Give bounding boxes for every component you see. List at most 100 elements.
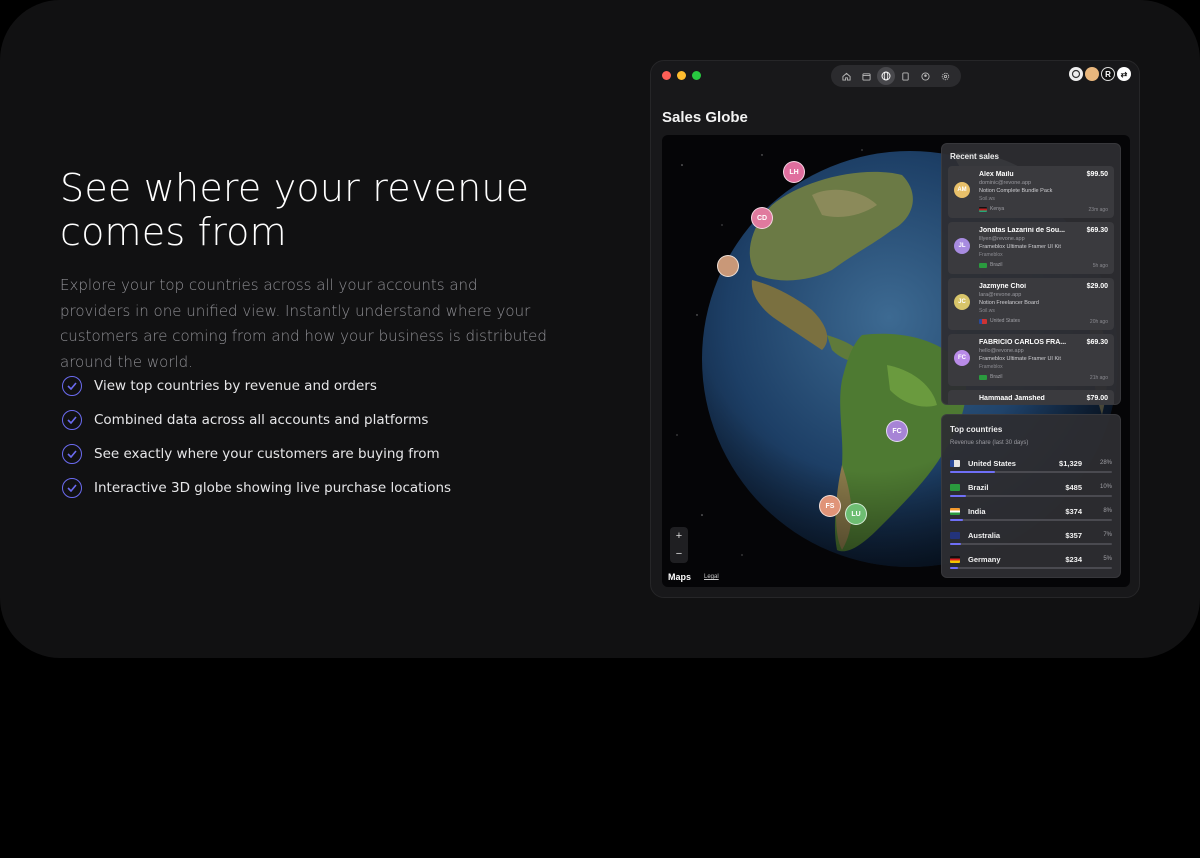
sale-amount: $99.50: [1086, 171, 1108, 178]
sale-item[interactable]: FC FABRICIO CARLOS FRA... $69.30 hello@r…: [948, 334, 1114, 386]
country-revenue: $1,329: [1059, 459, 1082, 468]
feature-item: See exactly where your customers are buy…: [62, 437, 451, 471]
globe-map[interactable]: LH CD FC FS LU + − Maps Legal Recent sal…: [662, 135, 1130, 587]
customer-name: Hammaad Jamshed: [979, 395, 1045, 402]
recent-sales-title: Recent sales: [950, 152, 999, 161]
share-bar-fill: [950, 495, 967, 497]
feature-item: Interactive 3D globe showing live purcha…: [62, 471, 451, 505]
zoom-out-button[interactable]: −: [676, 548, 682, 560]
country-name: India: [968, 507, 986, 516]
share-bar: [950, 519, 1112, 521]
page-title: Sales Globe: [662, 109, 748, 126]
avatar[interactable]: [1069, 67, 1083, 81]
sale-country: United States: [979, 318, 1020, 324]
sale-source: Soil.ws: [979, 196, 995, 202]
top-countries-panel: Top countries Revenue share (last 30 day…: [941, 414, 1121, 578]
india-flag-icon: [950, 508, 960, 515]
country-revenue: $234: [1065, 555, 1082, 564]
germany-flag-icon: [950, 556, 960, 563]
check-circle-icon: [62, 410, 82, 430]
country-row[interactable]: India $374 8%: [950, 505, 1112, 525]
app-window: R ⇄ Sales Globe LH CD FC FS LU + − Maps …: [650, 60, 1140, 598]
country-row[interactable]: United States $1,329 28%: [950, 457, 1112, 477]
sale-country: Kenya: [979, 206, 1004, 212]
customer-name: Jonatas Lazarini de Sou...: [979, 227, 1065, 234]
zoom-controls: + −: [670, 527, 688, 563]
sale-item[interactable]: JL Jonatas Lazarini de Sou... $69.30 lll…: [948, 222, 1114, 274]
settings-icon[interactable]: [936, 67, 954, 85]
feature-text: Interactive 3D globe showing live purcha…: [94, 480, 452, 496]
country-row[interactable]: Brazil $485 10%: [950, 481, 1112, 501]
share-bar-fill: [950, 471, 996, 473]
sale-amount: $79.00: [1086, 395, 1108, 402]
avatar[interactable]: ⇄: [1117, 67, 1131, 81]
sale-item[interactable]: HJ Hammaad Jamshed $79.00: [948, 390, 1114, 404]
check-circle-icon: [62, 444, 82, 464]
sale-time: 5h ago: [1092, 263, 1108, 269]
map-pin[interactable]: CD: [751, 207, 773, 229]
top-countries-title: Top countries: [950, 425, 1003, 434]
user-icon[interactable]: [916, 67, 934, 85]
country-revenue: $374: [1065, 507, 1082, 516]
share-bar-fill: [950, 543, 962, 545]
minimize-window-button[interactable]: [677, 71, 686, 80]
map-pin[interactable]: LH: [783, 161, 805, 183]
sale-time: 23m ago: [1088, 207, 1108, 213]
customer-name: FABRICIO CARLOS FRA...: [979, 339, 1067, 346]
maps-provider-label: Maps: [668, 572, 692, 582]
customer-email: hello@revone.app: [979, 348, 1024, 354]
sale-amount: $29.00: [1086, 283, 1108, 290]
map-pin[interactable]: FC: [886, 420, 908, 442]
avatar: JL: [954, 238, 970, 254]
recent-sales-panel: Recent sales AM Alex Mailu $99.50 domini…: [941, 143, 1121, 405]
avatar[interactable]: R: [1101, 67, 1115, 81]
share-bar: [950, 471, 1112, 473]
map-pin[interactable]: FS: [819, 495, 841, 517]
map-pin-avatar[interactable]: [717, 255, 739, 277]
account-avatars: R ⇄: [1069, 67, 1131, 81]
customer-email: dominic@revone.app: [979, 180, 1032, 186]
avatar[interactable]: [1085, 67, 1099, 81]
zoom-in-button[interactable]: +: [676, 530, 682, 542]
country-share: 7%: [1103, 532, 1112, 538]
description: Explore your top countries across all yo…: [60, 276, 547, 371]
avatar: AM: [954, 182, 970, 198]
calendar-icon[interactable]: [857, 67, 875, 85]
sale-source: Frameblox: [979, 252, 1003, 258]
country-name: United States: [990, 318, 1021, 324]
share-bar: [950, 543, 1112, 545]
toolbar: [831, 65, 961, 87]
country-share: 28%: [1099, 460, 1112, 466]
australia-flag-icon: [950, 532, 960, 539]
map-pin[interactable]: LU: [845, 503, 867, 525]
share-bar-fill: [950, 567, 959, 569]
country-name: Germany: [968, 555, 1001, 564]
avatar: JC: [954, 294, 970, 310]
sale-item[interactable]: AM Alex Mailu $99.50 dominic@revone.app …: [948, 166, 1114, 218]
maximize-window-button[interactable]: [692, 71, 701, 80]
country-row[interactable]: Australia $357 7%: [950, 529, 1112, 549]
home-icon[interactable]: [838, 67, 856, 85]
country-row[interactable]: Germany $234 5%: [950, 553, 1112, 573]
sale-source: Frameblox: [979, 364, 1003, 370]
country-name: Australia: [968, 531, 1001, 540]
sale-item[interactable]: JC Jazmyne Choi $29.00 lara@revone.app N…: [948, 278, 1114, 330]
feature-item: View top countries by revenue and orders: [62, 369, 451, 403]
product-name: Frameblox Ultimate Framer UI Kit: [979, 356, 1061, 362]
check-circle-icon: [62, 376, 82, 396]
brazil-flag-icon: [950, 484, 960, 491]
sale-time: 20h ago: [1089, 319, 1108, 325]
country-share: 10%: [1099, 484, 1112, 490]
sale-amount: $69.30: [1086, 339, 1108, 346]
us-flag-icon: [950, 460, 960, 467]
close-window-button[interactable]: [662, 71, 671, 80]
legal-link[interactable]: Legal: [704, 574, 719, 580]
globe-icon[interactable]: [877, 67, 896, 85]
sale-country: Brazil: [979, 374, 1003, 380]
country-name: Brazil: [968, 483, 989, 492]
sale-country: Brazil: [979, 262, 1003, 268]
country-name: United States: [968, 459, 1016, 468]
customer-email: lllyen@revone.app: [979, 236, 1025, 242]
document-icon[interactable]: [897, 67, 915, 85]
feature-text: View top countries by revenue and orders: [94, 378, 377, 394]
